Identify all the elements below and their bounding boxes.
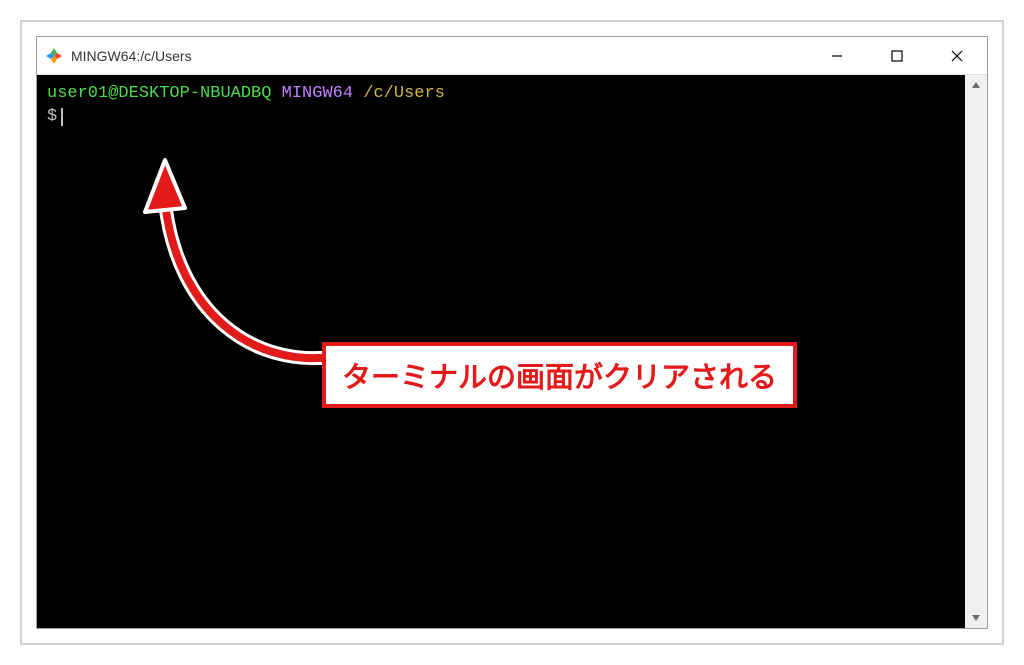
annotation-text: ターミナルの画面がクリアされる [342,362,777,394]
prompt-input-line: $ [47,106,955,129]
prompt-line: user01@DESKTOP-NBUADBQ MINGW64 /c/Users [47,83,955,106]
cursor-icon [61,108,63,126]
prompt-path: /c/Users [363,84,445,103]
terminal-window: MINGW64:/c/Users user01@DESKTOP-NBUADBQ … [36,36,988,629]
prompt-host: DESKTOP-NBUADBQ [118,84,271,103]
close-button[interactable] [927,37,987,74]
screenshot-frame: MINGW64:/c/Users user01@DESKTOP-NBUADBQ … [20,20,1004,645]
prompt-dollar: $ [47,107,57,126]
scroll-down-icon[interactable] [970,612,982,624]
scroll-up-icon[interactable] [970,79,982,91]
prompt-at: @ [108,84,118,103]
prompt-sys: MINGW64 [282,84,353,103]
vertical-scrollbar[interactable] [965,75,987,628]
window-controls [807,37,987,74]
annotation-label: ターミナルの画面がクリアされる [322,342,797,408]
prompt-user: user01 [47,84,108,103]
window-titlebar: MINGW64:/c/Users [37,37,987,75]
app-icon [45,47,63,65]
maximize-button[interactable] [867,37,927,74]
window-title: MINGW64:/c/Users [71,48,807,64]
minimize-button[interactable] [807,37,867,74]
